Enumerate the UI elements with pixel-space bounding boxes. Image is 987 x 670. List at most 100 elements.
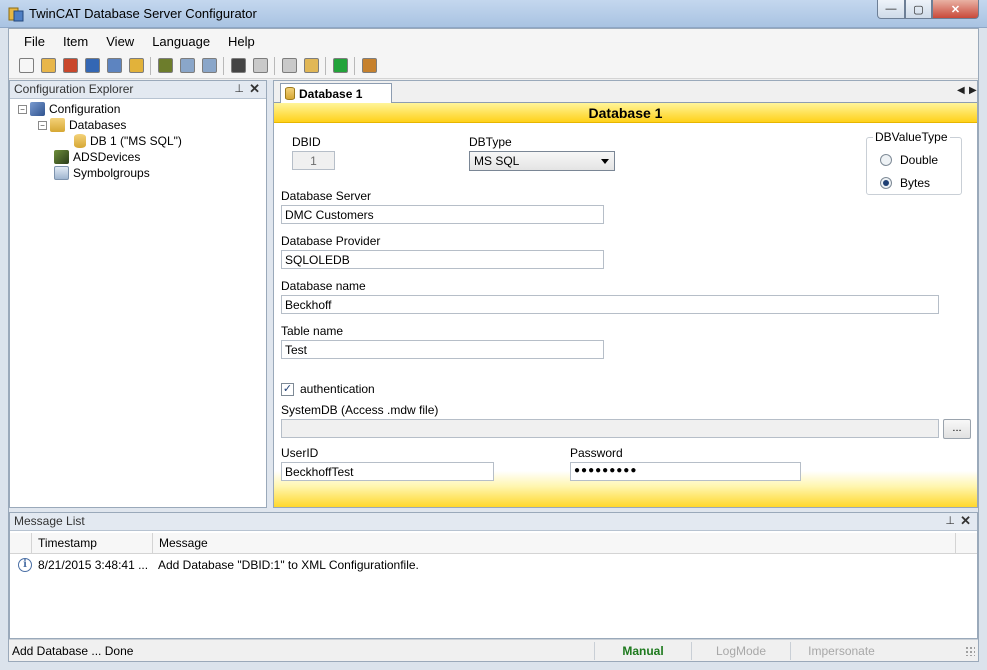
collapse-icon[interactable]: − bbox=[18, 104, 27, 114]
form-banner: Database 1 bbox=[274, 103, 977, 123]
title-bar: TwinCAT Database Server Configurator — ▢… bbox=[0, 0, 987, 28]
ads-devices-icon bbox=[54, 150, 69, 164]
tree-item-db1[interactable]: DB 1 ("MS SQL") bbox=[74, 134, 182, 148]
status-impersonate: Impersonate bbox=[790, 642, 892, 660]
dbtype-select[interactable]: MS SQL bbox=[469, 151, 615, 171]
configuration-explorer: Configuration Explorer ⊥ ✕ − Configurati… bbox=[9, 80, 267, 508]
authentication-label: authentication bbox=[300, 382, 375, 396]
caption-buttons: — ▢ ✕ bbox=[877, 0, 979, 19]
tab-scroll-right-icon[interactable]: ▶ bbox=[969, 85, 977, 96]
message-grid-header: Timestamp Message bbox=[10, 533, 977, 554]
open-red-button[interactable] bbox=[59, 55, 81, 77]
userid-field[interactable]: BeckhoffTest bbox=[281, 462, 494, 481]
table-field[interactable]: Test bbox=[281, 340, 604, 359]
dbid-label: DBID bbox=[292, 135, 321, 149]
open-button[interactable] bbox=[37, 55, 59, 77]
tab-scroll-left-icon[interactable]: ◀ bbox=[957, 85, 965, 96]
dbtype-value: MS SQL bbox=[474, 154, 520, 168]
tree-item-configuration[interactable]: − Configuration bbox=[18, 102, 120, 116]
menu-file[interactable]: File bbox=[15, 34, 54, 49]
maximize-button[interactable]: ▢ bbox=[905, 0, 932, 19]
paste-button[interactable] bbox=[300, 55, 322, 77]
add-ads-device-icon bbox=[157, 58, 173, 73]
symbolgroups-icon bbox=[54, 166, 69, 180]
report-button[interactable] bbox=[358, 55, 380, 77]
row-timestamp: 8/21/2015 3:48:41 ... bbox=[38, 558, 149, 572]
close-button[interactable]: ✕ bbox=[932, 0, 979, 19]
dbvaluetype-group: DBValueType Double Bytes bbox=[866, 130, 962, 195]
status-mode: Manual bbox=[594, 642, 691, 660]
chevron-down-icon bbox=[601, 159, 609, 164]
tree-item-symbolgroups[interactable]: Symbolgroups bbox=[54, 166, 150, 180]
save-as-button[interactable] bbox=[103, 55, 125, 77]
tab-strip: Database 1 ◀ ▶ bbox=[274, 81, 977, 103]
message-list-header: Message List ⊥ ✕ bbox=[10, 513, 977, 531]
tab-database-1[interactable]: Database 1 bbox=[280, 83, 392, 103]
toolbar-separator bbox=[325, 56, 326, 75]
password-field[interactable]: ●●●●●●●●● bbox=[570, 462, 801, 481]
status-text: Add Database ... Done bbox=[12, 644, 134, 658]
explorer-title: Configuration Explorer bbox=[14, 82, 134, 96]
menu-language[interactable]: Language bbox=[143, 34, 219, 49]
add-symbol-button[interactable] bbox=[176, 55, 198, 77]
resize-grip-icon[interactable] bbox=[965, 646, 975, 656]
userid-label: UserID bbox=[281, 446, 319, 460]
search-button[interactable] bbox=[278, 55, 300, 77]
tree-item-databases[interactable]: − Databases bbox=[38, 118, 126, 132]
provider-field[interactable]: SQLOLEDB bbox=[281, 250, 604, 269]
status-logmode: LogMode bbox=[691, 642, 790, 660]
close-pane-icon[interactable]: ✕ bbox=[249, 81, 260, 97]
radio-double[interactable]: Double bbox=[880, 153, 938, 167]
dbtype-label: DBType bbox=[469, 135, 512, 149]
toolbar-separator bbox=[274, 56, 275, 75]
paste-icon bbox=[303, 58, 319, 73]
database-icon bbox=[285, 87, 295, 100]
tree-item-adsdevices[interactable]: ADSDevices bbox=[54, 150, 140, 164]
server-field[interactable]: DMC Customers bbox=[281, 205, 604, 224]
configuration-icon bbox=[30, 102, 45, 116]
column-message[interactable]: Message bbox=[153, 533, 956, 554]
report-icon bbox=[361, 58, 377, 73]
new-button[interactable] bbox=[15, 55, 37, 77]
radio-circle-selected[interactable] bbox=[880, 177, 892, 189]
close-pane-icon[interactable]: ✕ bbox=[960, 513, 971, 529]
collapse-icon[interactable]: − bbox=[38, 120, 47, 130]
table-row[interactable]: i 8/21/2015 3:48:41 ... Add Database "DB… bbox=[10, 556, 977, 576]
copy-button[interactable] bbox=[198, 55, 220, 77]
message-list: Message List ⊥ ✕ Timestamp Message i 8/2… bbox=[9, 512, 978, 639]
radio-label: Bytes bbox=[900, 176, 931, 190]
save-button[interactable] bbox=[81, 55, 103, 77]
save-icon bbox=[84, 58, 100, 73]
delete-button[interactable] bbox=[227, 55, 249, 77]
delete-icon bbox=[230, 58, 246, 73]
menu-help[interactable]: Help bbox=[219, 34, 264, 49]
import-button[interactable] bbox=[249, 55, 271, 77]
menu-item[interactable]: Item bbox=[54, 34, 97, 49]
checkbox-checked-icon[interactable]: ✓ bbox=[281, 382, 294, 396]
toolbar-separator bbox=[354, 56, 355, 75]
pin-icon[interactable]: ⊥ bbox=[945, 514, 955, 527]
column-timestamp[interactable]: Timestamp bbox=[32, 533, 153, 554]
radio-bytes[interactable]: Bytes bbox=[880, 176, 930, 190]
authentication-checkbox[interactable]: ✓ authentication bbox=[281, 382, 375, 396]
database-form: DBID 1 DBType MS SQL DBValueType Double … bbox=[274, 123, 977, 507]
run-button[interactable] bbox=[329, 55, 351, 77]
add-ads-device-button[interactable] bbox=[154, 55, 176, 77]
info-icon: i bbox=[18, 558, 32, 572]
server-label: Database Server bbox=[281, 189, 372, 203]
add-database-button[interactable] bbox=[125, 55, 147, 77]
minimize-button[interactable]: — bbox=[877, 0, 905, 19]
menu-bar: File Item View Language Help bbox=[9, 29, 978, 53]
browse-button[interactable]: ... bbox=[943, 419, 971, 439]
toolbar-separator bbox=[150, 56, 151, 75]
dbname-field[interactable]: Beckhoff bbox=[281, 295, 939, 314]
toolbar-separator bbox=[223, 56, 224, 75]
dbname-label: Database name bbox=[281, 279, 366, 293]
tab-label: Database 1 bbox=[299, 86, 363, 101]
radio-circle[interactable] bbox=[880, 154, 892, 166]
explorer-header: Configuration Explorer ⊥ ✕ bbox=[10, 81, 266, 99]
add-symbol-icon bbox=[179, 58, 195, 73]
document-area: Database 1 ◀ ▶ Database 1 DBID 1 DBType … bbox=[273, 80, 978, 508]
pin-icon[interactable]: ⊥ bbox=[234, 82, 244, 95]
menu-view[interactable]: View bbox=[97, 34, 143, 49]
